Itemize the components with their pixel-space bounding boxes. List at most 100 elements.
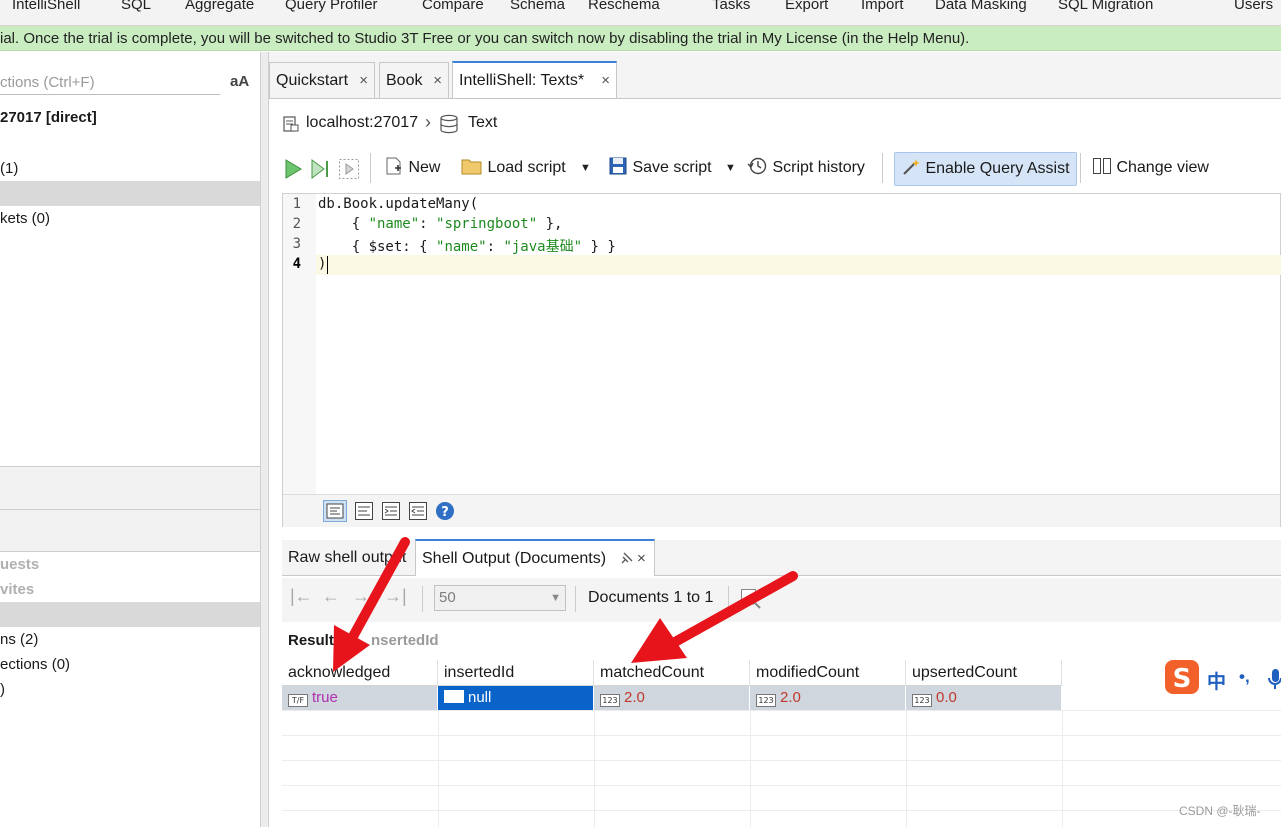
panel-section[interactable] <box>0 510 260 551</box>
tree-item[interactable]: kets (0) <box>0 210 50 227</box>
menu-import[interactable]: Import <box>861 0 904 13</box>
code-string: "name" <box>368 216 420 232</box>
column-header[interactable]: modifiedCount <box>750 660 906 686</box>
pin-icon[interactable] <box>619 552 633 566</box>
breadcrumb-host[interactable]: localhost:27017 <box>306 114 418 132</box>
table-gridline <box>282 810 1281 811</box>
load-script-button[interactable]: Load script <box>461 150 566 186</box>
next-page-icon[interactable]: → <box>352 586 370 607</box>
tree-item[interactable]: ns (2) <box>0 631 38 648</box>
collection-filter-input[interactable]: ctions (Ctrl+F) <box>0 71 220 95</box>
first-page-icon[interactable]: |← <box>290 586 313 607</box>
table-cell[interactable]: 123 0.0 <box>906 686 1062 710</box>
menu-schema[interactable]: Schema <box>510 0 565 13</box>
line-number: 4 <box>292 256 301 272</box>
save-script-button[interactable]: Save script <box>608 150 712 186</box>
inspect-icon[interactable] <box>740 588 762 610</box>
table-cell[interactable]: 123 2.0 <box>750 686 906 710</box>
ime-punctuation-label[interactable]: •, <box>1239 667 1250 687</box>
enable-query-assist-button[interactable]: Enable Query Assist <box>894 152 1077 186</box>
line-number: 1 <box>292 196 301 212</box>
panel-section[interactable] <box>0 467 260 510</box>
column-header[interactable]: acknowledged <box>282 660 438 686</box>
editor-toolbar: New Load script ▼ Save script ▼ Script h… <box>282 150 1281 190</box>
tree-item[interactable]: ections (0) <box>0 656 70 673</box>
code-line: { $set: { "name": "java基础" } } <box>318 236 616 256</box>
code-token: : <box>486 239 504 255</box>
menu-tasks[interactable]: Tasks <box>712 0 750 13</box>
menu-compare[interactable]: Compare <box>422 0 484 13</box>
breadcrumb-collection[interactable]: Text <box>468 114 497 132</box>
menu-data-masking[interactable]: Data Masking <box>935 0 1027 13</box>
menu-sql[interactable]: SQL <box>121 0 151 13</box>
ime-toolbar[interactable]: S 中 •, <box>1163 658 1281 698</box>
text-cursor <box>327 256 328 274</box>
change-view-button[interactable]: Change view <box>1092 150 1209 186</box>
result-label: Result <box>288 632 334 649</box>
table-cell[interactable]: 123 2.0 <box>594 686 750 710</box>
font-toggle-button[interactable]: aA <box>230 73 249 90</box>
close-icon[interactable]: × <box>637 541 646 577</box>
code-string: "springboot" <box>436 216 538 232</box>
toolbar-separator <box>1080 153 1081 183</box>
menu-query-profiler[interactable]: Query Profiler <box>285 0 378 13</box>
cell-value: true <box>312 689 338 706</box>
tree-item-selected[interactable] <box>0 602 260 627</box>
close-icon[interactable]: × <box>359 63 368 99</box>
code-string: "java基础" <box>503 239 583 255</box>
column-header[interactable]: insertedId <box>438 660 594 686</box>
tab-raw-shell-output[interactable]: Raw shell output <box>282 540 412 576</box>
column-header[interactable]: matchedCount <box>594 660 750 686</box>
prev-page-icon[interactable]: ← <box>322 586 340 607</box>
tab-intellishell-texts[interactable]: IntelliShell: Texts* × <box>452 61 617 98</box>
format-icon[interactable] <box>354 501 374 521</box>
chevron-right-icon: › <box>425 112 431 132</box>
number-type-icon: 123 <box>912 694 932 707</box>
load-script-dropdown-icon[interactable]: ▼ <box>580 150 591 186</box>
tab-book[interactable]: Book × <box>379 62 449 98</box>
run-selection-icon[interactable] <box>338 158 360 180</box>
new-script-button[interactable]: New <box>384 150 440 186</box>
microphone-icon[interactable] <box>1268 668 1281 690</box>
ime-language-label[interactable]: 中 <box>1207 667 1226 694</box>
connection-node[interactable]: 27017 [direct] <box>0 109 97 126</box>
tree-item-invites[interactable]: vites <box>0 581 34 598</box>
menu-reschema[interactable]: Reschema <box>588 0 660 13</box>
save-script-dropdown-icon[interactable]: ▼ <box>725 150 736 186</box>
outdent-icon[interactable] <box>408 501 428 521</box>
menu-aggregate[interactable]: Aggregate <box>185 0 254 13</box>
load-script-label: Load script <box>487 159 566 176</box>
help-icon[interactable]: ? <box>435 501 455 521</box>
tab-quickstart[interactable]: Quickstart × <box>269 62 375 98</box>
table-gridline <box>438 710 439 827</box>
table-cell-selected[interactable]: null <box>438 686 594 710</box>
results-pager: |← ← → →| 50 ▼ Documents 1 to 1 <box>282 578 1281 622</box>
toolbar-separator <box>575 586 576 612</box>
tab-shell-output-documents[interactable]: Shell Output (Documents) × <box>415 539 655 576</box>
run-icon[interactable] <box>284 159 302 179</box>
save-icon <box>609 157 627 175</box>
close-icon[interactable]: × <box>433 63 442 99</box>
run-statement-icon[interactable] <box>310 159 330 179</box>
last-page-icon[interactable]: →| <box>384 586 407 607</box>
table-gridline <box>1062 710 1063 827</box>
menu-users[interactable]: Users <box>1234 0 1273 13</box>
tree-item[interactable]: ) <box>0 681 5 698</box>
menu-sql-migration[interactable]: SQL Migration <box>1058 0 1153 13</box>
tree-item[interactable]: (1) <box>0 160 18 177</box>
page-size-select[interactable]: 50 ▼ <box>434 585 566 611</box>
autocomplete-icon[interactable] <box>323 500 347 522</box>
code-editor[interactable]: 1 2 3 4 db.Book.updateMany( { "name": "s… <box>282 193 1281 527</box>
cell-value: 0.0 <box>936 689 957 706</box>
tree-item-selected[interactable] <box>0 181 260 206</box>
tree-item-requests[interactable]: uests <box>0 556 39 573</box>
script-history-button[interactable]: Script history <box>747 150 865 186</box>
indent-icon[interactable] <box>381 501 401 521</box>
menu-intellishell[interactable]: IntelliShell <box>12 0 80 13</box>
close-icon[interactable]: × <box>601 63 610 99</box>
split-divider[interactable] <box>261 52 269 827</box>
column-header[interactable]: upsertedCount <box>906 660 1062 686</box>
table-cell[interactable]: T/F true <box>282 686 438 710</box>
menu-export[interactable]: Export <box>785 0 828 13</box>
code-token: { $set: { <box>318 239 437 255</box>
